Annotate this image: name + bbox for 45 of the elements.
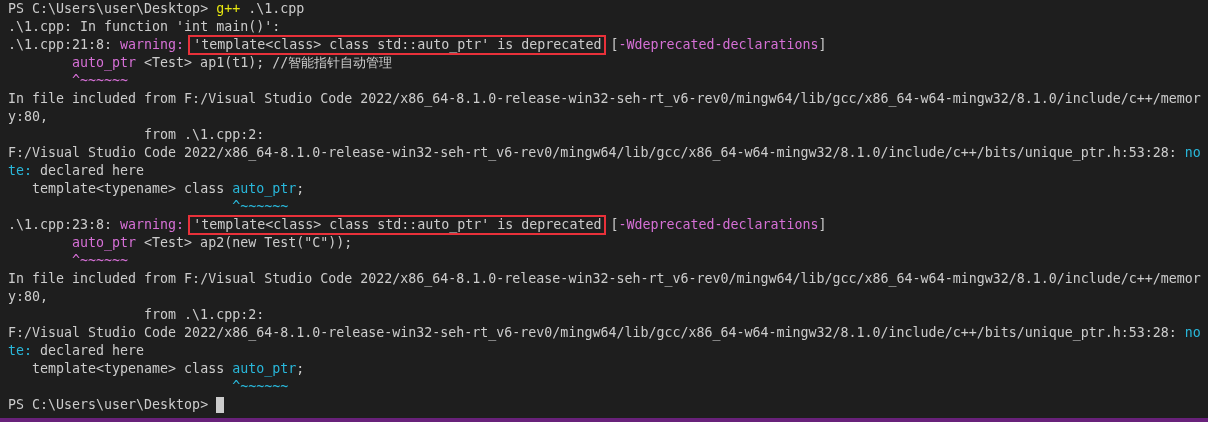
highlighted-message: 'template<class> class std::auto_ptr' is deprecated xyxy=(188,35,607,55)
terminal-text: declared here xyxy=(39,342,145,360)
note-text: no xyxy=(1184,144,1201,162)
terminal-text: [ xyxy=(610,36,619,54)
terminal-text: F:/Visual Studio Code 2022/x86_64-8.1.0-release-win32-seh-rt_v6-rev0/mingw64/lib/gcc/x86_64-w64-mingw32/8.1.0/include/c++/bits/unique_ptr.h:53:28: xyxy=(8,324,1178,342)
warning-text: auto_ptr xyxy=(72,54,137,72)
note-text: auto_ptr xyxy=(232,180,297,198)
terminal-text: .\1.cpp:23:8: xyxy=(8,216,114,234)
warning-text: warning: xyxy=(120,36,185,54)
note-text: ^~~~~~~ xyxy=(232,378,289,396)
note-text: ^~~~~~~ xyxy=(232,198,289,216)
note-text: auto_ptr xyxy=(232,360,297,378)
terminal-text: from .\1.cpp:2: xyxy=(144,126,265,144)
terminal-text: from .\1.cpp:2: xyxy=(144,306,265,324)
note-text: te: xyxy=(8,342,33,360)
note-text: te: xyxy=(8,162,33,180)
terminal-text: .\1.cpp: In function 'int main()': xyxy=(8,18,281,36)
terminal-text: <Test> ap2(new Test("C")); xyxy=(143,234,353,252)
terminal-text: declared here xyxy=(39,162,145,180)
terminal-text: template<typename> class xyxy=(32,180,226,198)
terminal-text: .\1.cpp xyxy=(247,0,305,18)
terminal-text: .\1.cpp:21:8: xyxy=(8,36,114,54)
warning-text: warning: xyxy=(120,216,185,234)
terminal-text: ] xyxy=(818,216,827,234)
warning-text: ^~~~~~~ xyxy=(72,72,129,90)
terminal-text: In file included from F:/Visual Studio Code 2022/x86_64-8.1.0-release-win32-seh-rt_v6-rev0/mingw64/lib/gcc/x86_64-w64-mingw32/8.1.0/include/c++/memor xyxy=(8,90,1201,108)
terminal-text: PS C:\Users\user\Desktop> xyxy=(8,0,210,18)
terminal-text: F:/Visual Studio Code 2022/x86_64-8.1.0-release-win32-seh-rt_v6-rev0/mingw64/lib/gcc/x86_64-w64-mingw32/8.1.0/include/c++/bits/unique_ptr.h:53:28: xyxy=(8,144,1178,162)
warning-text: ^~~~~~~ xyxy=(72,252,129,270)
warning-text: -Wdeprecated-declarations xyxy=(618,36,819,54)
terminal-text: PS C:\Users\user\Desktop> xyxy=(8,396,210,414)
terminal-text: In file included from F:/Visual Studio Code 2022/x86_64-8.1.0-release-win32-seh-rt_v6-rev0/mingw64/lib/gcc/x86_64-w64-mingw32/8.1.0/include/c++/memor xyxy=(8,270,1201,288)
note-text: no xyxy=(1184,324,1201,342)
warning-text: -Wdeprecated-declarations xyxy=(618,216,819,234)
warning-text: auto_ptr xyxy=(72,234,137,252)
terminal-text: y:80, xyxy=(8,108,49,126)
terminal-text: y:80, xyxy=(8,288,49,306)
terminal-text: [ xyxy=(610,216,619,234)
terminal-text: <Test> ap1(t1); //智能指针自动管理 xyxy=(143,54,393,72)
terminal-text: ; xyxy=(296,180,305,198)
terminal-text: ] xyxy=(818,36,827,54)
command-text: g++ xyxy=(216,0,241,18)
highlighted-message: 'template<class> class std::auto_ptr' is deprecated xyxy=(188,215,607,235)
terminal-text: template<typename> class xyxy=(32,360,226,378)
terminal-text: ; xyxy=(296,360,305,378)
